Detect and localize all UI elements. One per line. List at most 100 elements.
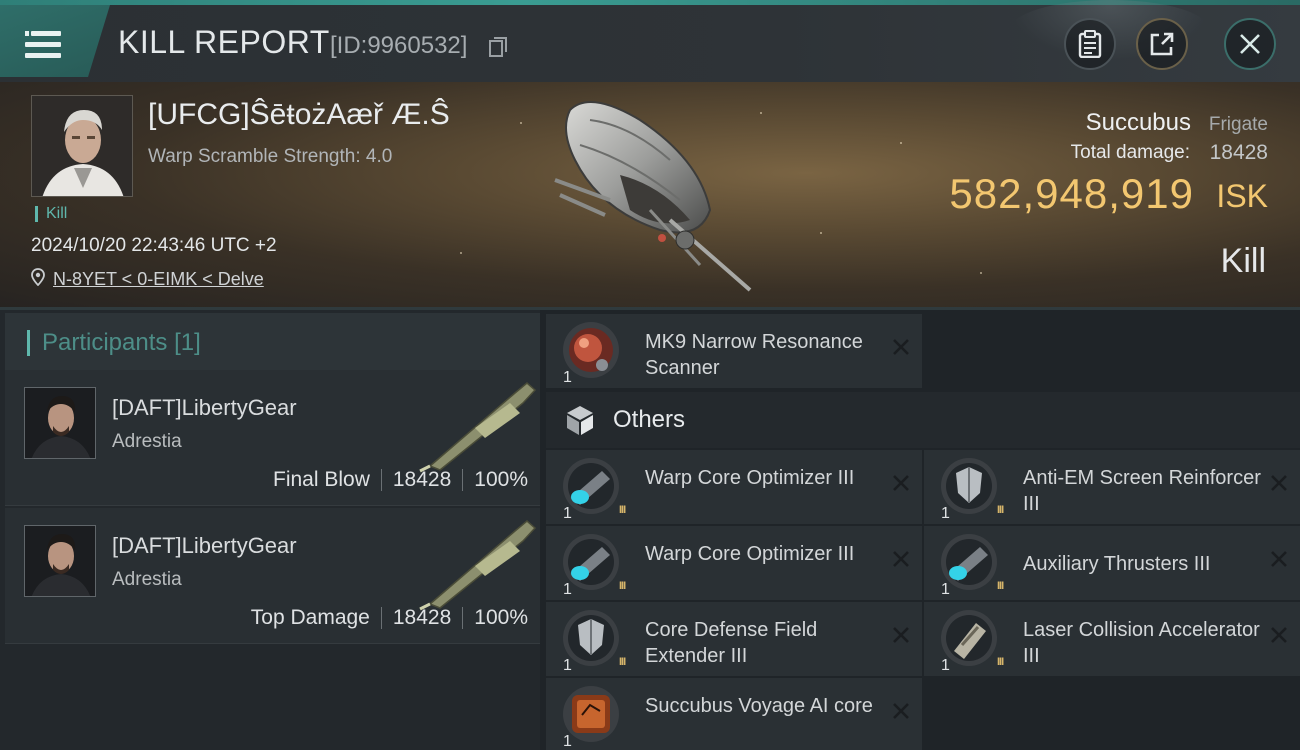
participant-weapon-image <box>419 520 537 611</box>
item-name: MK9 Narrow Resonance Scanner <box>645 331 863 379</box>
participant-name[interactable]: [DAFT]LibertyGear <box>112 533 297 559</box>
victim-ship-class: Frigate <box>1208 114 1268 135</box>
item-quantity: 1 <box>563 657 572 674</box>
item-name: Warp Core Optimizer III <box>645 467 855 489</box>
location-pin-icon <box>31 268 45 286</box>
item-name: Succubus Voyage AI core <box>645 695 873 717</box>
item-name: Warp Core Optimizer III <box>645 543 855 565</box>
participant-name[interactable]: [DAFT]LibertyGear <box>112 395 297 421</box>
item-row[interactable]: 1 III Warp Core Optimizer III <box>546 526 922 600</box>
item-name: Core Defense Field Extender III <box>645 619 818 667</box>
dropped-items-panel: 1 MK9 Narrow Resonance Scanner Others 1 … <box>540 310 1300 750</box>
isk-unit: ISK <box>1216 178 1268 214</box>
participants-count: [1] <box>174 329 201 356</box>
copy-icon[interactable] <box>489 37 507 57</box>
item-row[interactable]: 1 MK9 Narrow Resonance Scanner <box>546 314 922 388</box>
participant-avatar[interactable] <box>24 387 96 459</box>
report-id: [ID:9960532] <box>330 32 468 59</box>
item-quantity: 1 <box>941 505 950 522</box>
item-row[interactable]: 1 III Auxiliary Thrusters III <box>924 526 1300 600</box>
tier-badge: III <box>619 580 626 592</box>
destroyed-x-icon <box>893 475 909 491</box>
stat-divider <box>380 469 382 491</box>
item-name: Laser Collision Accelerator III <box>1023 619 1260 667</box>
participant-role: Final Blow <box>273 468 370 491</box>
total-damage-value: 18428 <box>1209 141 1268 164</box>
victim-ship-image <box>554 101 752 292</box>
victim-ship-name[interactable]: Succubus <box>1086 109 1191 137</box>
participants-panel: Participants [1] [DAFT]LibertyGear Adres… <box>0 310 540 750</box>
participant-percent: 100% <box>474 606 528 629</box>
kill-datetime: 2024/10/20 22:43:46 UTC +2 <box>31 235 277 256</box>
tier-badge: III <box>619 656 626 668</box>
stat-divider <box>462 469 464 491</box>
participant-stats: Top Damage 18428 100% <box>251 606 528 630</box>
participant-ship: Adrestia <box>112 569 182 590</box>
item-row[interactable]: 1 Succubus Voyage AI core <box>546 678 922 750</box>
clipboard-button[interactable] <box>1064 18 1116 70</box>
stat-divider <box>380 607 382 629</box>
item-quantity: 1 <box>941 657 950 674</box>
tier-badge: III <box>997 656 1004 668</box>
clipboard-icon <box>1078 30 1102 58</box>
victim-portrait-image <box>32 96 132 196</box>
share-icon <box>1150 32 1174 56</box>
destroyed-x-icon <box>893 703 909 719</box>
participant-avatar[interactable] <box>24 525 96 597</box>
participant-weapon-image <box>419 382 537 473</box>
participants-title-label: Participants <box>42 329 168 356</box>
share-button[interactable] <box>1136 18 1188 70</box>
close-icon <box>1240 34 1260 54</box>
item-row[interactable]: 1 III Warp Core Optimizer III <box>546 450 922 524</box>
participant-role: Top Damage <box>250 606 370 629</box>
participants-header: Participants [1] <box>5 313 540 371</box>
kill-tag: Kill <box>35 206 67 222</box>
stat-divider <box>462 607 464 629</box>
item-row[interactable]: 1 III Core Defense Field Extender III <box>546 602 922 676</box>
kill-location-link[interactable]: N-8YET < 0-EIMK < Delve <box>53 269 264 290</box>
victim-name[interactable]: [UFCG]ŜēŧożAæř Æ.Ŝ <box>148 98 450 132</box>
item-quantity: 1 <box>563 369 572 386</box>
destroyed-x-icon <box>1271 475 1287 491</box>
page-title: KILL REPORT <box>118 24 330 60</box>
tier-badge: III <box>997 504 1004 516</box>
destroyed-x-icon <box>893 339 909 355</box>
item-quantity: 1 <box>563 581 572 598</box>
item-quantity: 1 <box>563 733 572 750</box>
item-quantity: 1 <box>941 581 950 598</box>
participant-portrait-image <box>25 388 95 458</box>
destroyed-x-icon <box>893 551 909 567</box>
victim-avatar[interactable] <box>31 95 133 197</box>
cube-icon <box>567 406 593 435</box>
participants-title: Participants [1] <box>27 330 201 356</box>
participant-row[interactable]: [DAFT]LibertyGear Adrestia Final Blow 18… <box>5 370 540 506</box>
others-section-header: Others <box>546 392 1300 448</box>
participant-portrait-image <box>25 526 95 596</box>
item-quantity: 1 <box>563 505 572 522</box>
isk-value: 582,948,919 <box>949 170 1194 217</box>
destroyed-x-icon <box>1271 627 1287 643</box>
destroyed-x-icon <box>1271 551 1287 567</box>
top-bar: KILL REPORT [ID:9960532] <box>0 0 1300 82</box>
destroyed-x-icon <box>893 627 909 643</box>
item-name: Anti-EM Screen Reinforcer III <box>1023 467 1261 515</box>
warp-scramble-strength: Warp Scramble Strength: 4.0 <box>148 146 393 167</box>
tier-badge: III <box>619 504 626 516</box>
participant-damage: 18428 <box>392 468 452 491</box>
total-damage-label: Total damage: <box>1070 142 1190 163</box>
participant-ship: Adrestia <box>112 431 182 452</box>
kill-result: Kill <box>1220 242 1266 280</box>
item-row[interactable]: 1 III Laser Collision Accelerator III <box>924 602 1300 676</box>
item-name: Auxiliary Thrusters III <box>1023 553 1211 575</box>
participant-row[interactable]: [DAFT]LibertyGear Adrestia Top Damage 18… <box>5 508 540 644</box>
menu-button[interactable] <box>0 5 110 77</box>
hamburger-icon <box>25 31 61 59</box>
others-label: Others <box>613 406 686 433</box>
participant-stats: Final Blow 18428 100% <box>273 468 528 492</box>
participant-percent: 100% <box>474 468 528 491</box>
close-button[interactable] <box>1224 18 1276 70</box>
item-row[interactable]: 1 III Anti-EM Screen Reinforcer III <box>924 450 1300 524</box>
tier-badge: III <box>997 580 1004 592</box>
kill-summary-banner: [UFCG]ŜēŧożAæř Æ.Ŝ Warp Scramble Strengt… <box>0 82 1300 310</box>
participant-damage: 18428 <box>392 606 452 629</box>
